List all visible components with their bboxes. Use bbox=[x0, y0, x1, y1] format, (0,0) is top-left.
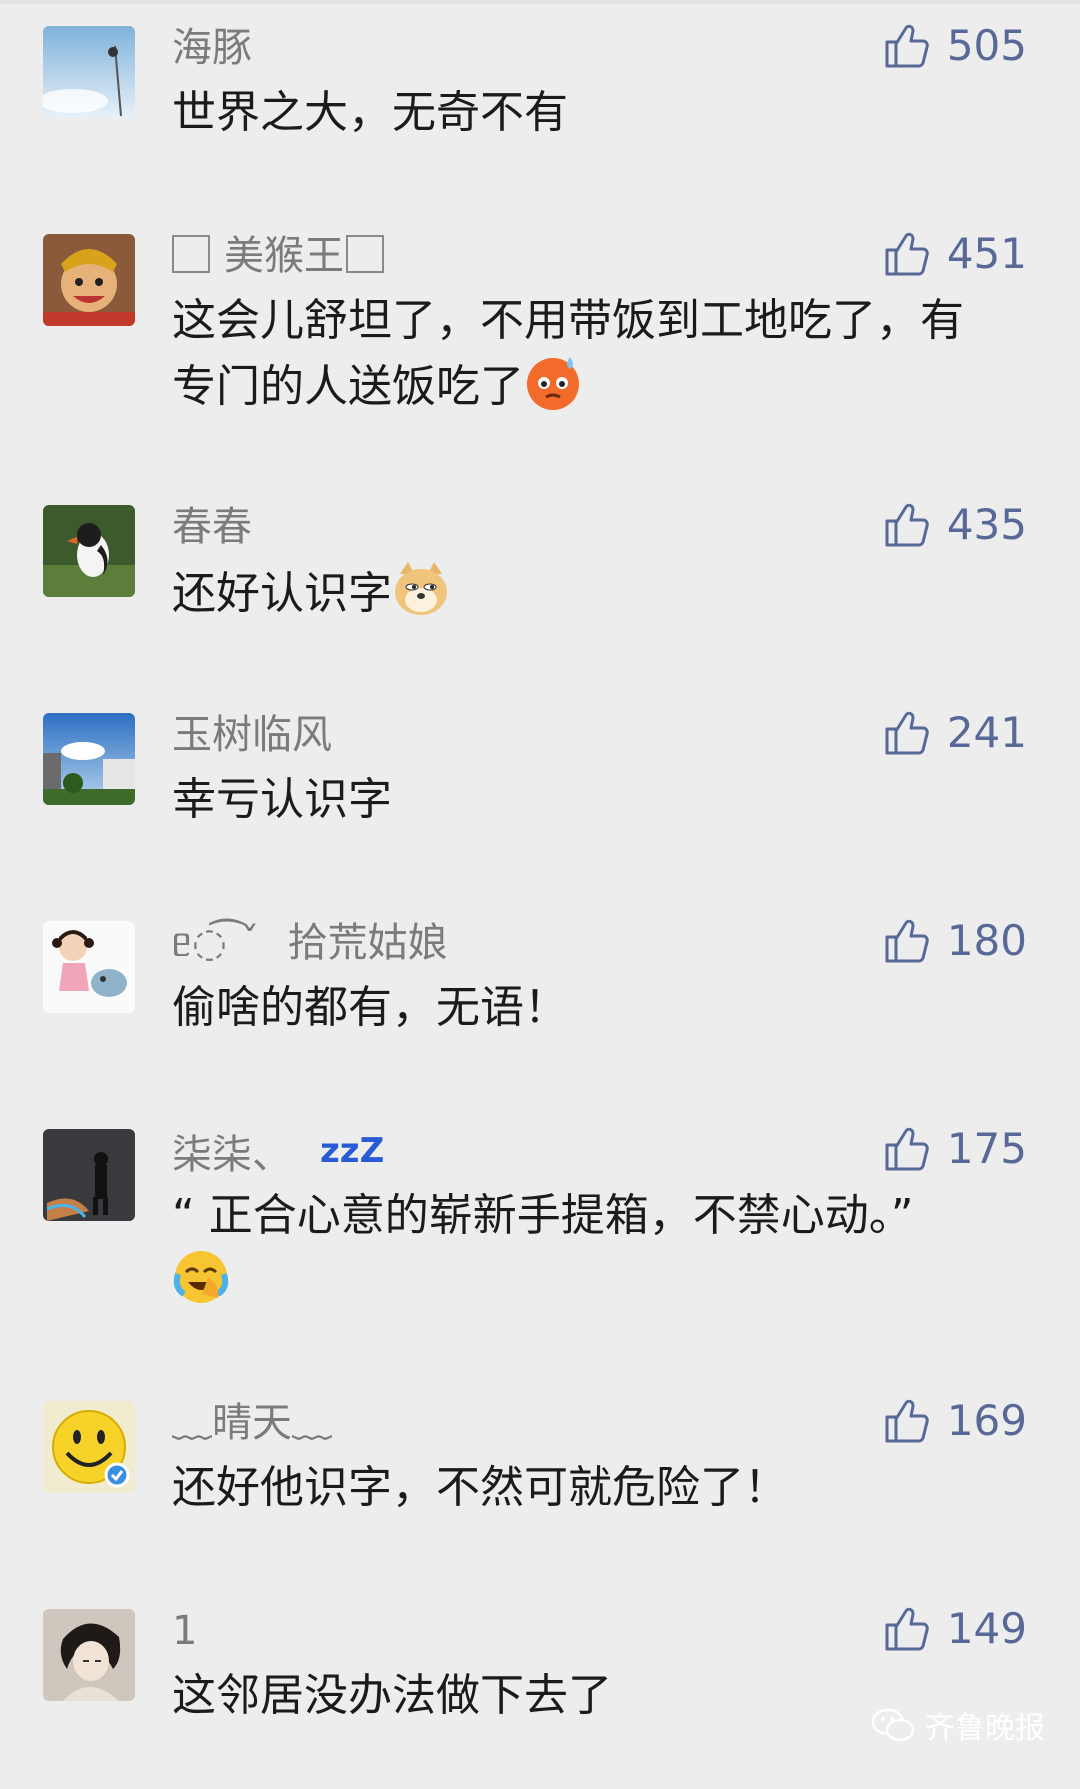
comment-text: 还好认识字 bbox=[172, 560, 1002, 626]
name-box-glyph bbox=[172, 235, 210, 273]
like-count: 435 bbox=[946, 500, 1027, 549]
like-button[interactable]: 435 bbox=[883, 497, 1027, 553]
comment-text: 还好他识字，不然可就危险了！ bbox=[172, 1462, 788, 1513]
comment-text: 幸亏认识字 bbox=[172, 774, 392, 825]
thumbs-up-icon bbox=[885, 919, 929, 963]
avatar[interactable] bbox=[43, 1129, 135, 1221]
like-count: 180 bbox=[946, 916, 1027, 965]
like-count: 451 bbox=[946, 229, 1027, 278]
like-count: 241 bbox=[946, 708, 1027, 757]
watermark: 齐鲁晚报 bbox=[871, 1703, 1045, 1747]
username[interactable]: ﹏晴天﹏ bbox=[172, 1395, 332, 1451]
like-count: 149 bbox=[946, 1604, 1027, 1653]
thumbs-up-icon bbox=[885, 503, 929, 547]
like-count: 169 bbox=[946, 1396, 1027, 1445]
username[interactable]: 海豚 bbox=[172, 20, 252, 76]
comment-text: “ 正合心意的崭新手提箱，不禁心动。” bbox=[172, 1184, 1002, 1314]
like-count: 175 bbox=[946, 1124, 1027, 1173]
like-button[interactable]: 149 bbox=[883, 1601, 1027, 1657]
username[interactable]: 美猴王 bbox=[172, 228, 384, 284]
thumbs-up-icon bbox=[885, 1399, 929, 1443]
username[interactable]: 春春 bbox=[172, 499, 252, 555]
like-button[interactable]: 505 bbox=[883, 18, 1027, 74]
doge-emoji-icon bbox=[392, 560, 450, 618]
like-button[interactable]: 175 bbox=[883, 1121, 1027, 1177]
avatar[interactable] bbox=[43, 234, 135, 326]
like-button[interactable]: 180 bbox=[883, 913, 1027, 969]
like-button[interactable]: 241 bbox=[883, 705, 1027, 761]
like-button[interactable]: 169 bbox=[883, 1393, 1027, 1449]
avatar[interactable] bbox=[43, 1609, 135, 1701]
comment-text: 这会儿舒坦了，不用带饭到工地吃了，有专门的人送饭吃了 bbox=[172, 295, 964, 412]
avatar[interactable] bbox=[43, 921, 135, 1013]
avatar[interactable] bbox=[43, 505, 135, 597]
thumbs-up-icon bbox=[885, 1127, 929, 1171]
thumbs-up-icon bbox=[885, 24, 929, 68]
wechat-icon bbox=[871, 1708, 915, 1742]
face-palm-laugh-emoji-icon bbox=[172, 1248, 230, 1306]
username[interactable]: 玉树临风 bbox=[172, 707, 332, 763]
comment-text: 偷啥的都有，无语！ bbox=[172, 982, 568, 1033]
username[interactable]: 1 bbox=[172, 1603, 197, 1659]
avatar[interactable] bbox=[43, 1401, 135, 1493]
watermark-text: 齐鲁晚报 bbox=[925, 1711, 1045, 1746]
top-divider bbox=[0, 0, 1080, 4]
like-button[interactable]: 451 bbox=[883, 226, 1027, 282]
thumbs-up-icon bbox=[885, 1607, 929, 1651]
username[interactable]: ᥱ◌͡ ˇ 拾荒姑娘 bbox=[172, 915, 448, 971]
flushed-sweat-emoji-icon bbox=[524, 353, 582, 411]
avatar[interactable] bbox=[43, 26, 135, 118]
sleep-zzz-icon: zzZ bbox=[320, 1131, 385, 1171]
avatar[interactable] bbox=[43, 713, 135, 805]
username[interactable]: 柒柒、 zzZ bbox=[172, 1123, 384, 1183]
comment-text: 世界之大，无奇不有 bbox=[172, 87, 568, 138]
like-count: 505 bbox=[946, 21, 1027, 70]
thumbs-up-icon bbox=[885, 711, 929, 755]
name-box-glyph bbox=[346, 235, 384, 273]
name-decoration: ᥱ◌͡ ˇ bbox=[172, 920, 260, 966]
thumbs-up-icon bbox=[885, 232, 929, 276]
